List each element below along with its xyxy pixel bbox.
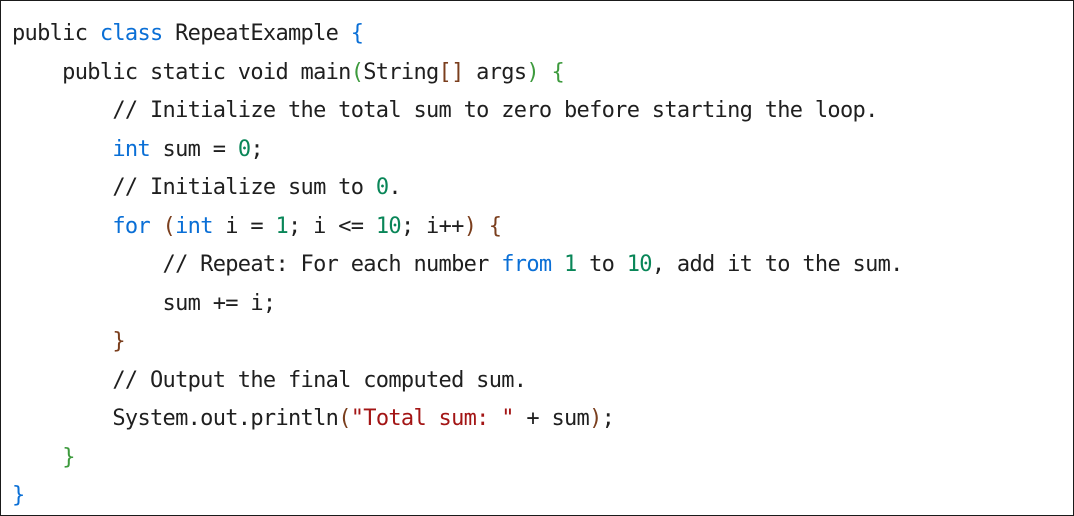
code-token-number: 0 [237,136,251,162]
code-token-comment: , add it to the sum. [651,252,904,277]
code-token-string: "Total sum: " [350,406,515,431]
code-token-comment [551,252,564,277]
code-line: } [12,323,903,362]
code-token-plain: ; i <= [288,213,376,239]
code-token-keyword: for [112,213,151,239]
code-line: // Initialize sum to 0. [12,169,903,208]
code-token-keyword: int [112,136,151,162]
code-token-plain: System.out.println [12,406,339,431]
code-token-number: 0 [375,175,389,200]
code-token-brace-loop: ( [338,406,351,431]
code-token-plain: sum = [150,136,238,162]
code-token-plain: i = [212,213,276,239]
code-snippet-frame: public class RepeatExample { public stat… [0,0,1074,516]
code-token-plain: public [12,21,100,46]
code-line: sum += i; [12,285,903,324]
code-line: for (int i = 1; i <= 10; i++) { [12,208,903,247]
code-token-comment: . [388,175,401,200]
code-line: int sum = 0; [12,131,903,170]
code-line: // Output the final computed sum. [12,362,903,401]
code-line: } [12,439,903,478]
code-token-comment: // Output the final computed sum. [12,367,527,393]
code-token-plain: ; i++ [400,213,464,239]
code-token-comment: to [576,252,627,277]
code-token-number: 1 [564,252,577,277]
code-line: // Repeat: For each number from 1 to 10,… [12,246,904,285]
code-token-plain: ; [250,136,263,162]
code-token-plain: sum += i; [12,290,277,316]
code-line: } [12,477,903,515]
code-token-brace-loop: } [112,329,125,354]
code-token-brace-outer: } [12,483,25,508]
code-token-number: 10 [375,213,402,239]
code-line: public class RepeatExample { [12,15,903,54]
code-token-keyword: class [99,21,163,46]
code-token-keyword: int [175,213,213,239]
code-token-brace-method: } [62,444,75,470]
code-line: System.out.println("Total sum: " + sum); [12,400,903,439]
code-token-brace-method: ) { [526,59,565,85]
code-token-number: 10 [626,252,653,277]
code-token-plain: ; [601,406,615,431]
code-token-plain: args [463,59,527,85]
code-token-brace-loop: ) { [463,213,502,239]
code-token-plain: public static void main [12,59,351,85]
code-token-brace-loop: [] [438,59,465,85]
code-token-brace-outer: { [350,21,364,46]
code-line: // Initialize the total sum to zero befo… [12,92,903,131]
code-token-brace-loop: ( [150,213,176,239]
code-token-comment: // Initialize sum to [12,175,376,200]
code-token-plain: String [363,59,439,85]
code-line: public static void main(String[] args) { [12,54,903,93]
code-token-number: 1 [275,213,289,239]
code-token-brace-method: ( [350,59,364,85]
code-token-plain: + sum [513,406,590,431]
code-block[interactable]: public class RepeatExample { public stat… [12,15,904,515]
code-token-brace-loop: ) [589,406,602,431]
code-token-keyword: from [501,252,552,277]
code-token-comment: // Initialize the total sum to zero befo… [12,98,878,123]
code-token-plain: RepeatExample [162,21,351,46]
code-token-comment: // Repeat: For each number [12,252,502,277]
